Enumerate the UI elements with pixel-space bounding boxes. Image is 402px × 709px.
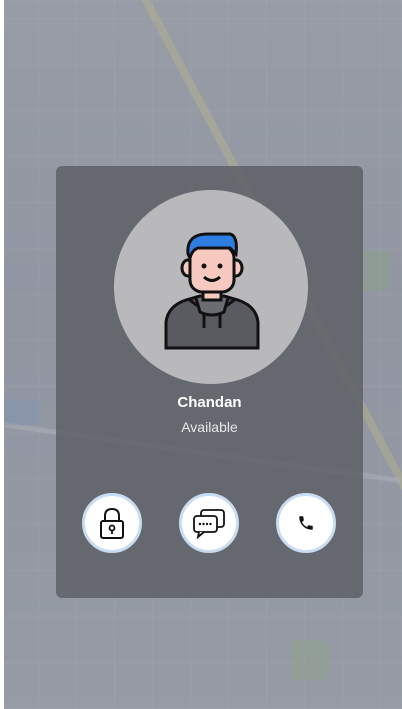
screen-edge bbox=[0, 0, 4, 709]
contact-name: Chandan bbox=[177, 394, 242, 411]
contact-card: Chandan Available bbox=[56, 166, 363, 598]
lock-icon bbox=[100, 507, 124, 539]
phone-icon bbox=[299, 516, 313, 530]
lock-button[interactable] bbox=[82, 493, 142, 553]
chat-icon bbox=[193, 509, 225, 539]
avatar bbox=[114, 190, 308, 384]
avatar-person-icon bbox=[164, 232, 260, 350]
contact-status: Available bbox=[181, 419, 238, 435]
call-button[interactable] bbox=[276, 493, 336, 553]
message-button[interactable] bbox=[179, 493, 239, 553]
